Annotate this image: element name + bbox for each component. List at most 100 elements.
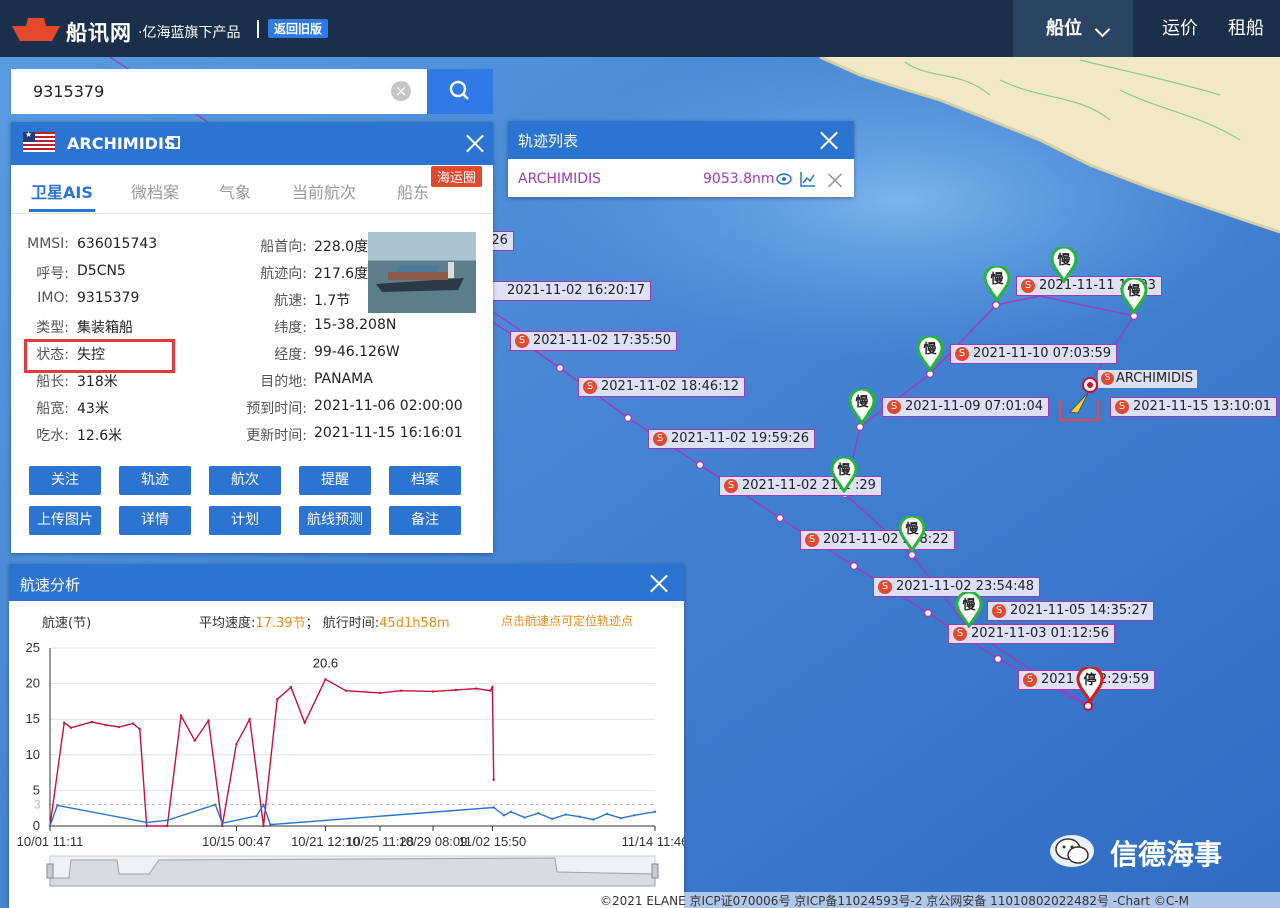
track-time-label[interactable]: S 2021-11-15 13:10:01	[1110, 397, 1278, 417]
speed-point[interactable]	[56, 804, 59, 807]
route-forecast-button[interactable]: 航线预测	[299, 506, 371, 535]
speed-point[interactable]	[592, 818, 595, 821]
slow-pin-icon[interactable]: 慢	[1050, 245, 1078, 284]
speed-point[interactable]	[145, 824, 148, 828]
speed-point[interactable]	[262, 824, 265, 828]
logo-text[interactable]: 船讯网	[66, 17, 132, 47]
speed-point[interactable]	[454, 688, 458, 692]
speed-point[interactable]	[523, 816, 526, 819]
speed-point[interactable]	[537, 811, 540, 815]
details-button[interactable]: 详情	[119, 506, 191, 535]
slow-pin-icon[interactable]: 慢	[830, 455, 858, 494]
slow-pin-icon[interactable]: 慢	[983, 264, 1011, 303]
search-input[interactable]: 9315379	[11, 69, 427, 114]
ship-photo[interactable]	[368, 232, 476, 313]
speed-point[interactable]	[492, 806, 495, 809]
speed-point[interactable]	[303, 721, 306, 724]
close-icon[interactable]	[819, 130, 839, 150]
track-time-label[interactable]: S 2021-11-02 18:46:12	[578, 377, 746, 397]
track-button[interactable]: 轨迹	[119, 466, 191, 495]
current-ship-label[interactable]: S ARCHIMIDIS	[1098, 370, 1198, 388]
speed-point[interactable]	[104, 723, 107, 727]
speed-point[interactable]	[221, 824, 224, 828]
speed-point[interactable]	[235, 742, 238, 746]
notes-button[interactable]: 备注	[389, 506, 461, 535]
speed-point[interactable]	[502, 814, 506, 817]
slow-pin-icon[interactable]: 慢	[898, 514, 926, 553]
reminder-button[interactable]: 提醒	[299, 466, 371, 495]
slow-pin-icon[interactable]: 慢	[955, 590, 983, 629]
speed-series-line[interactable]	[49, 802, 656, 827]
stop-pin-icon[interactable]: 停	[1076, 665, 1104, 704]
track-time-label[interactable]: S 2021-11-02 17:35:50	[510, 331, 678, 351]
speed-point[interactable]	[138, 727, 141, 731]
speed-point[interactable]	[492, 778, 495, 781]
speed-point[interactable]	[344, 689, 348, 692]
tab-satellite-ais[interactable]: 卫星AIS	[31, 179, 93, 203]
speed-point[interactable]	[193, 739, 196, 742]
speed-point[interactable]	[550, 817, 554, 821]
speed-point[interactable]	[509, 810, 513, 813]
speed-point[interactable]	[475, 687, 478, 690]
tab-micro-archive[interactable]: 微档案	[131, 179, 179, 203]
speed-point[interactable]	[378, 691, 382, 695]
speed-point[interactable]	[324, 678, 327, 681]
speed-point[interactable]	[63, 721, 66, 724]
nav-ship-position[interactable]: 船位	[1013, 0, 1133, 57]
speed-chart-icon[interactable]	[800, 171, 816, 187]
track-time-label[interactable]: 2021-11-02 16:20:17	[480, 281, 652, 301]
track-time-label[interactable]: S 2021-11-02 19:59:26	[648, 429, 816, 449]
speed-point[interactable]	[131, 722, 135, 725]
speed-point[interactable]	[166, 824, 169, 828]
speed-point[interactable]	[90, 720, 93, 724]
speed-point[interactable]	[221, 821, 224, 825]
logo-ship-icon[interactable]	[10, 14, 62, 46]
haiyunquan-badge[interactable]: 海运圈	[431, 166, 483, 187]
speed-point[interactable]	[248, 718, 251, 721]
speed-point[interactable]	[578, 815, 581, 818]
track-time-label[interactable]: S 2021-11-09 07:01:04	[882, 397, 1050, 417]
search-button[interactable]	[427, 69, 493, 114]
speed-point[interactable]	[269, 823, 272, 826]
follow-button[interactable]: 关注	[29, 466, 101, 495]
nav-charter[interactable]: 租船	[1228, 0, 1280, 57]
speed-point[interactable]	[255, 814, 258, 818]
track-time-label[interactable]: S 2021-11-05 14:35:27	[987, 601, 1155, 621]
speed-point[interactable]	[214, 803, 217, 806]
old-version-button[interactable]: 返回旧版	[268, 19, 329, 38]
speed-point[interactable]	[399, 689, 403, 692]
speed-point[interactable]	[289, 685, 293, 689]
nav-freight[interactable]: 运价	[1140, 0, 1220, 57]
eye-icon[interactable]	[776, 173, 792, 185]
archive-button[interactable]: 档案	[389, 466, 461, 495]
speed-point[interactable]	[633, 814, 636, 817]
speed-point[interactable]	[619, 816, 622, 820]
speed-point[interactable]	[207, 719, 210, 722]
speed-point[interactable]	[276, 698, 279, 701]
close-icon[interactable]	[649, 573, 669, 593]
speed-point[interactable]	[48, 824, 52, 828]
speed-point[interactable]	[117, 725, 121, 729]
speed-point[interactable]	[431, 690, 435, 693]
speed-chart[interactable]: 05101520253 10/01 11:11 10/15 00:47 10/21 …	[9, 634, 684, 908]
speed-point[interactable]	[605, 812, 609, 816]
slow-pin-icon[interactable]: 慢	[848, 387, 876, 426]
close-icon[interactable]	[465, 133, 485, 153]
speed-point[interactable]	[166, 819, 169, 822]
speed-point[interactable]	[564, 813, 568, 816]
remove-track-icon[interactable]	[827, 172, 843, 188]
tab-owner[interactable]: 船东	[397, 179, 429, 203]
slow-pin-icon[interactable]: 慢	[916, 334, 944, 373]
speed-point[interactable]	[69, 726, 73, 729]
speed-point[interactable]	[262, 803, 265, 806]
track-time-label[interactable]: S 2021-11-10 07:03:59	[950, 344, 1118, 364]
slow-pin-icon[interactable]: 慢	[1120, 276, 1148, 315]
speed-point[interactable]	[491, 685, 494, 689]
edit-icon[interactable]	[167, 136, 180, 149]
speed-point[interactable]	[145, 821, 148, 824]
track-ship-name[interactable]: ARCHIMIDIS	[518, 171, 601, 187]
speed-point[interactable]	[489, 689, 492, 692]
upload-photo-button[interactable]: 上传图片	[29, 506, 101, 535]
track-time-label[interactable]: S 2021-11-02 2 :8:22	[800, 530, 955, 550]
tab-current-voyage[interactable]: 当前航次	[292, 179, 356, 203]
